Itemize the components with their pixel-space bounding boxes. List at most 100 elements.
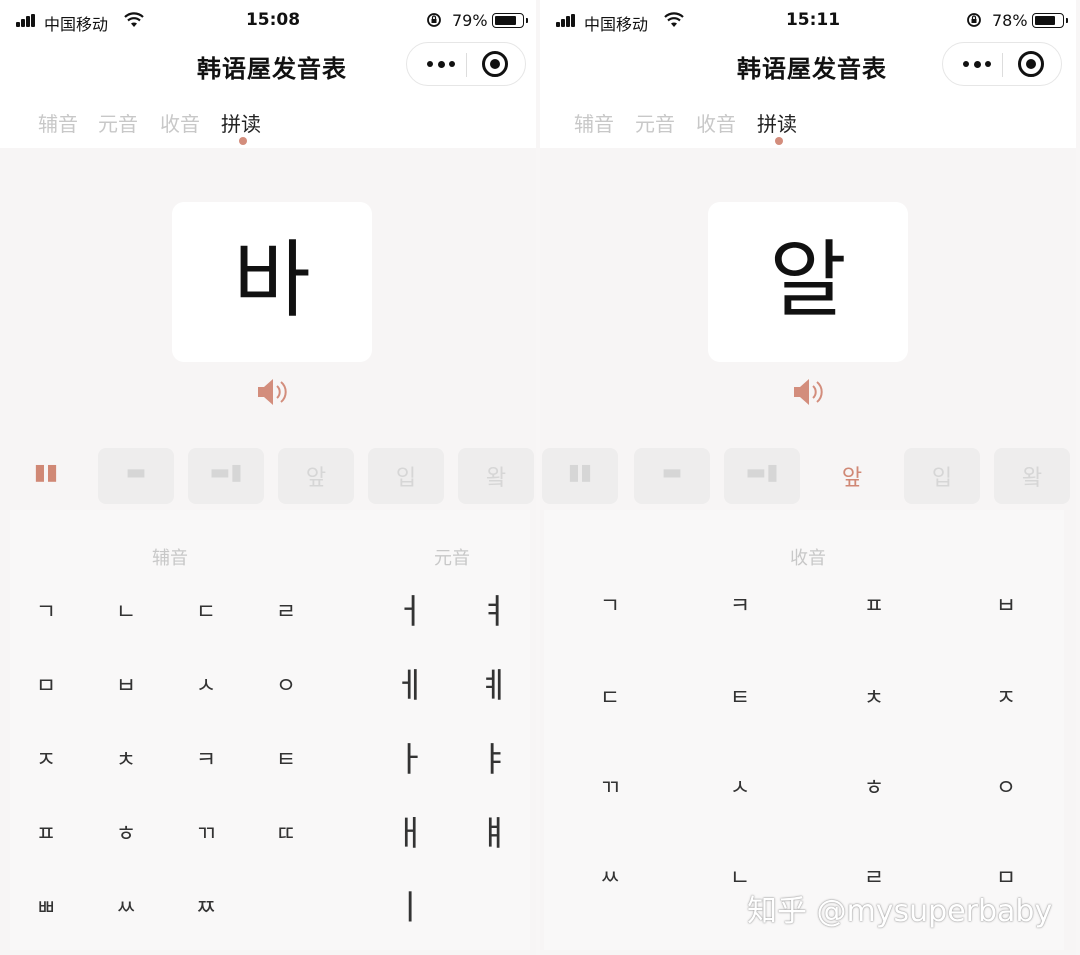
final-section-header: 收音 xyxy=(790,548,826,569)
tab-bar: 辅音 元音 收音 拼读 xyxy=(0,92,536,148)
consonant-key[interactable]: ㅇ xyxy=(266,672,306,702)
final-key[interactable]: ㅎ xyxy=(854,774,894,804)
more-options-icon[interactable] xyxy=(421,43,461,85)
mini-program-capsule xyxy=(942,42,1062,86)
tab-bar: 辅音 元音 收音 拼读 xyxy=(540,92,1076,148)
letter-panel: 收音 ㄱ ㅋ ㅍ ㅂ ㄷ ㅌ ㅊ ㅈ ㄲ ㅅ ㅎ ㅇ ㅆ ㄴ ㄹ ㅁ xyxy=(544,510,1064,950)
mode-button[interactable]: 왘 xyxy=(994,448,1070,504)
mode-icon: 입 xyxy=(931,466,953,491)
consonant-key[interactable]: ㄸ xyxy=(266,820,306,850)
final-key[interactable]: ㅈ xyxy=(986,684,1026,714)
mode-icon: ▬ xyxy=(661,460,683,485)
mode-icon: ▬▮ xyxy=(745,460,779,485)
mode-icon: ▮▮ xyxy=(33,460,59,485)
consonant-section-header: 辅音 xyxy=(152,548,188,569)
battery-percent: 79% xyxy=(452,11,488,30)
mode-button[interactable]: ▮▮ xyxy=(542,448,618,504)
final-key[interactable]: ㄱ xyxy=(590,592,630,622)
phone-screen-right: 中国移动 15:11 78% 韩语屋发音表 辅音 元音 收音 拼读 알 ▮▮ ▬… xyxy=(540,0,1076,955)
tab-consonants[interactable]: 辅音 xyxy=(574,108,614,137)
final-key[interactable]: ㅊ xyxy=(854,684,894,714)
consonant-key[interactable]: ㅉ xyxy=(186,894,226,924)
consonant-key[interactable]: ㅆ xyxy=(106,894,146,924)
vowel-key[interactable]: ㅐ xyxy=(390,814,430,854)
more-options-icon[interactable] xyxy=(957,43,997,85)
vowel-key[interactable]: ㅑ xyxy=(474,740,514,780)
syllable-display: 바 xyxy=(233,231,311,329)
mode-icon: 왘 xyxy=(485,466,507,491)
consonant-key[interactable]: ㅌ xyxy=(266,746,306,776)
tab-finals[interactable]: 收音 xyxy=(696,108,736,137)
consonant-key[interactable]: ㄷ xyxy=(186,598,226,628)
tab-vowels[interactable]: 元音 xyxy=(635,108,675,137)
final-key[interactable]: ㄷ xyxy=(590,684,630,714)
rotation-lock-icon xyxy=(967,13,981,27)
consonant-key[interactable]: ㅂ xyxy=(106,672,146,702)
status-bar: 中国移动 15:11 78% xyxy=(540,0,1076,42)
mode-button[interactable]: 왘 xyxy=(458,448,534,504)
battery-percent: 78% xyxy=(992,11,1028,30)
mode-button[interactable]: ▮▮ xyxy=(8,448,84,504)
mode-icon: 왘 xyxy=(1021,466,1043,491)
tab-spelling[interactable]: 拼读 xyxy=(221,108,261,137)
mode-button[interactable]: ▬▮ xyxy=(188,448,264,504)
tab-finals[interactable]: 收音 xyxy=(160,108,200,137)
consonant-key[interactable]: ㄱ xyxy=(26,598,66,628)
mode-button[interactable]: ▬ xyxy=(634,448,710,504)
speaker-icon[interactable] xyxy=(792,376,826,408)
consonant-key[interactable]: ㄹ xyxy=(266,598,306,628)
page-title: 韩语屋发音表 xyxy=(197,55,347,83)
mode-button[interactable]: 입 xyxy=(368,448,444,504)
final-key[interactable]: ㄲ xyxy=(590,774,630,804)
mode-button[interactable]: ▬ xyxy=(98,448,174,504)
final-key[interactable]: ㅍ xyxy=(854,592,894,622)
consonant-key[interactable]: ㅎ xyxy=(106,820,146,850)
battery-level xyxy=(1035,16,1055,25)
mode-icon: 입 xyxy=(395,466,417,491)
consonant-key[interactable]: ㅁ xyxy=(26,672,66,702)
consonant-key[interactable]: ㄴ xyxy=(106,598,146,628)
consonant-key[interactable]: ㅅ xyxy=(186,672,226,702)
close-target-icon[interactable] xyxy=(1018,51,1044,77)
consonant-key[interactable]: ㅋ xyxy=(186,746,226,776)
consonant-key[interactable]: ㄲ xyxy=(186,820,226,850)
title-bar: 韩语屋发音表 xyxy=(0,42,536,92)
rotation-lock-icon xyxy=(427,13,441,27)
vowel-key[interactable]: ㅕ xyxy=(474,592,514,632)
final-key[interactable]: ㅆ xyxy=(590,864,630,894)
vowel-key[interactable]: ㅒ xyxy=(474,814,514,854)
syllable-card: 바 xyxy=(172,202,372,362)
mode-selector: ▮▮ ▬ ▬▮ 앞 입 왘 xyxy=(540,448,1076,506)
vowel-key[interactable]: ㅖ xyxy=(474,666,514,706)
battery-icon xyxy=(1032,13,1064,28)
final-key[interactable]: ㅇ xyxy=(986,774,1026,804)
mini-program-capsule xyxy=(406,42,526,86)
close-target-icon[interactable] xyxy=(482,51,508,77)
final-key[interactable]: ㅂ xyxy=(986,592,1026,622)
consonant-key[interactable]: ㅈ xyxy=(26,746,66,776)
tab-consonants[interactable]: 辅音 xyxy=(38,108,78,137)
consonant-key[interactable]: ㅃ xyxy=(26,894,66,924)
vowel-key[interactable]: ㅓ xyxy=(390,592,430,632)
battery-icon xyxy=(492,13,524,28)
speaker-icon[interactable] xyxy=(256,376,290,408)
mode-button[interactable]: 입 xyxy=(904,448,980,504)
status-bar: 中国移动 15:08 79% xyxy=(0,0,536,42)
final-key[interactable]: ㅋ xyxy=(720,592,760,622)
letter-panel: 辅音 元音 ㄱ ㄴ ㄷ ㄹ ㅁ ㅂ ㅅ ㅇ ㅈ ㅊ ㅋ ㅌ ㅍ ㅎ ㄲ ㄸ ㅃ … xyxy=(10,510,530,950)
tab-vowels[interactable]: 元音 xyxy=(98,108,138,137)
tab-spelling[interactable]: 拼读 xyxy=(757,108,797,137)
final-key[interactable]: ㅌ xyxy=(720,684,760,714)
mode-button[interactable]: ▬▮ xyxy=(724,448,800,504)
mode-button[interactable]: 앞 xyxy=(278,448,354,504)
final-key[interactable]: ㅅ xyxy=(720,774,760,804)
vowel-key[interactable]: ㅏ xyxy=(390,740,430,780)
consonant-key[interactable]: ㅊ xyxy=(106,746,146,776)
vowel-section-header: 元音 xyxy=(434,548,470,569)
consonant-key[interactable]: ㅍ xyxy=(26,820,66,850)
vowel-key[interactable]: ㅣ xyxy=(390,888,430,928)
title-bar: 韩语屋发音表 xyxy=(540,42,1076,92)
syllable-card: 알 xyxy=(708,202,908,362)
vowel-key[interactable]: ㅔ xyxy=(390,666,430,706)
mode-button[interactable]: 앞 xyxy=(814,448,890,504)
